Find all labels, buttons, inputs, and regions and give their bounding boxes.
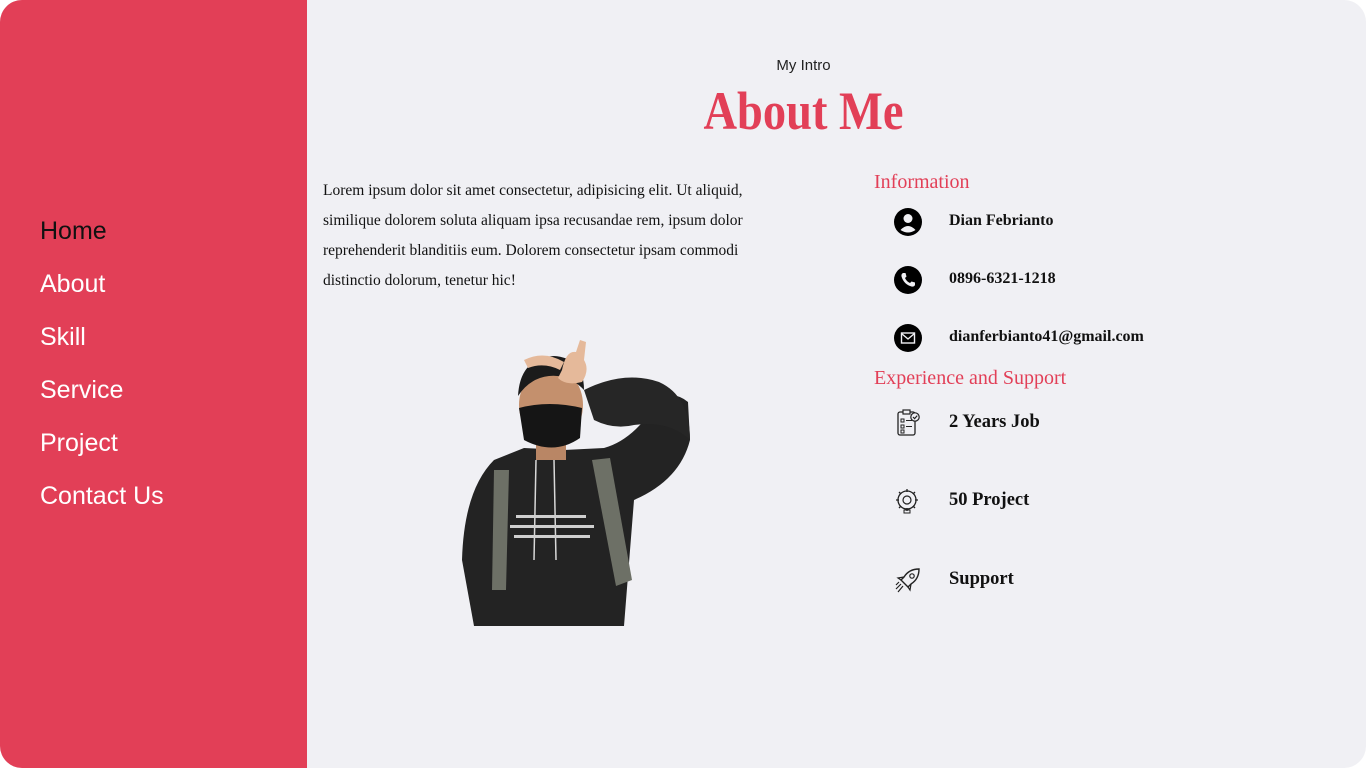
mail-icon xyxy=(894,324,922,352)
info-email[interactable]: dianferbianto41@gmail.com xyxy=(949,328,1144,346)
nav-menu: Home About Skill Service Project Contact… xyxy=(40,214,164,532)
page-title: About Me xyxy=(703,81,904,141)
sidebar: Home About Skill Service Project Contact… xyxy=(0,0,307,768)
info-phone[interactable]: 0896-6321-1218 xyxy=(949,270,1056,288)
info-name: Dian Febrianto xyxy=(949,212,1054,229)
nav-item-project[interactable]: Project xyxy=(40,426,164,479)
nav-item-service[interactable]: Service xyxy=(40,373,164,426)
intro-paragraph: Lorem ipsum dolor sit amet consectetur, … xyxy=(323,182,743,289)
nav-item-contact-us[interactable]: Contact Us xyxy=(40,479,164,532)
experience-job: 2 Years Job xyxy=(949,412,1040,432)
experience-heading: Experience and Support xyxy=(874,367,1067,389)
rocket-icon xyxy=(895,568,920,593)
experience-project: 50 Project xyxy=(949,490,1030,510)
clipboard-check-icon xyxy=(897,409,920,436)
nav-item-skill[interactable]: Skill xyxy=(40,320,164,373)
gear-bulb-icon xyxy=(896,489,918,514)
main-content: My Intro About Me Lorem ipsum dolor sit … xyxy=(307,0,1366,768)
user-icon xyxy=(894,208,922,236)
phone-icon xyxy=(894,266,922,294)
page-frame: Home About Skill Service Project Contact… xyxy=(0,0,1366,768)
section-subtitle: My Intro xyxy=(776,57,831,74)
profile-photo xyxy=(462,340,690,626)
nav-item-about[interactable]: About xyxy=(40,267,164,320)
experience-support: Support xyxy=(949,569,1014,589)
nav-item-home[interactable]: Home xyxy=(40,214,164,267)
information-heading: Information xyxy=(874,171,970,193)
